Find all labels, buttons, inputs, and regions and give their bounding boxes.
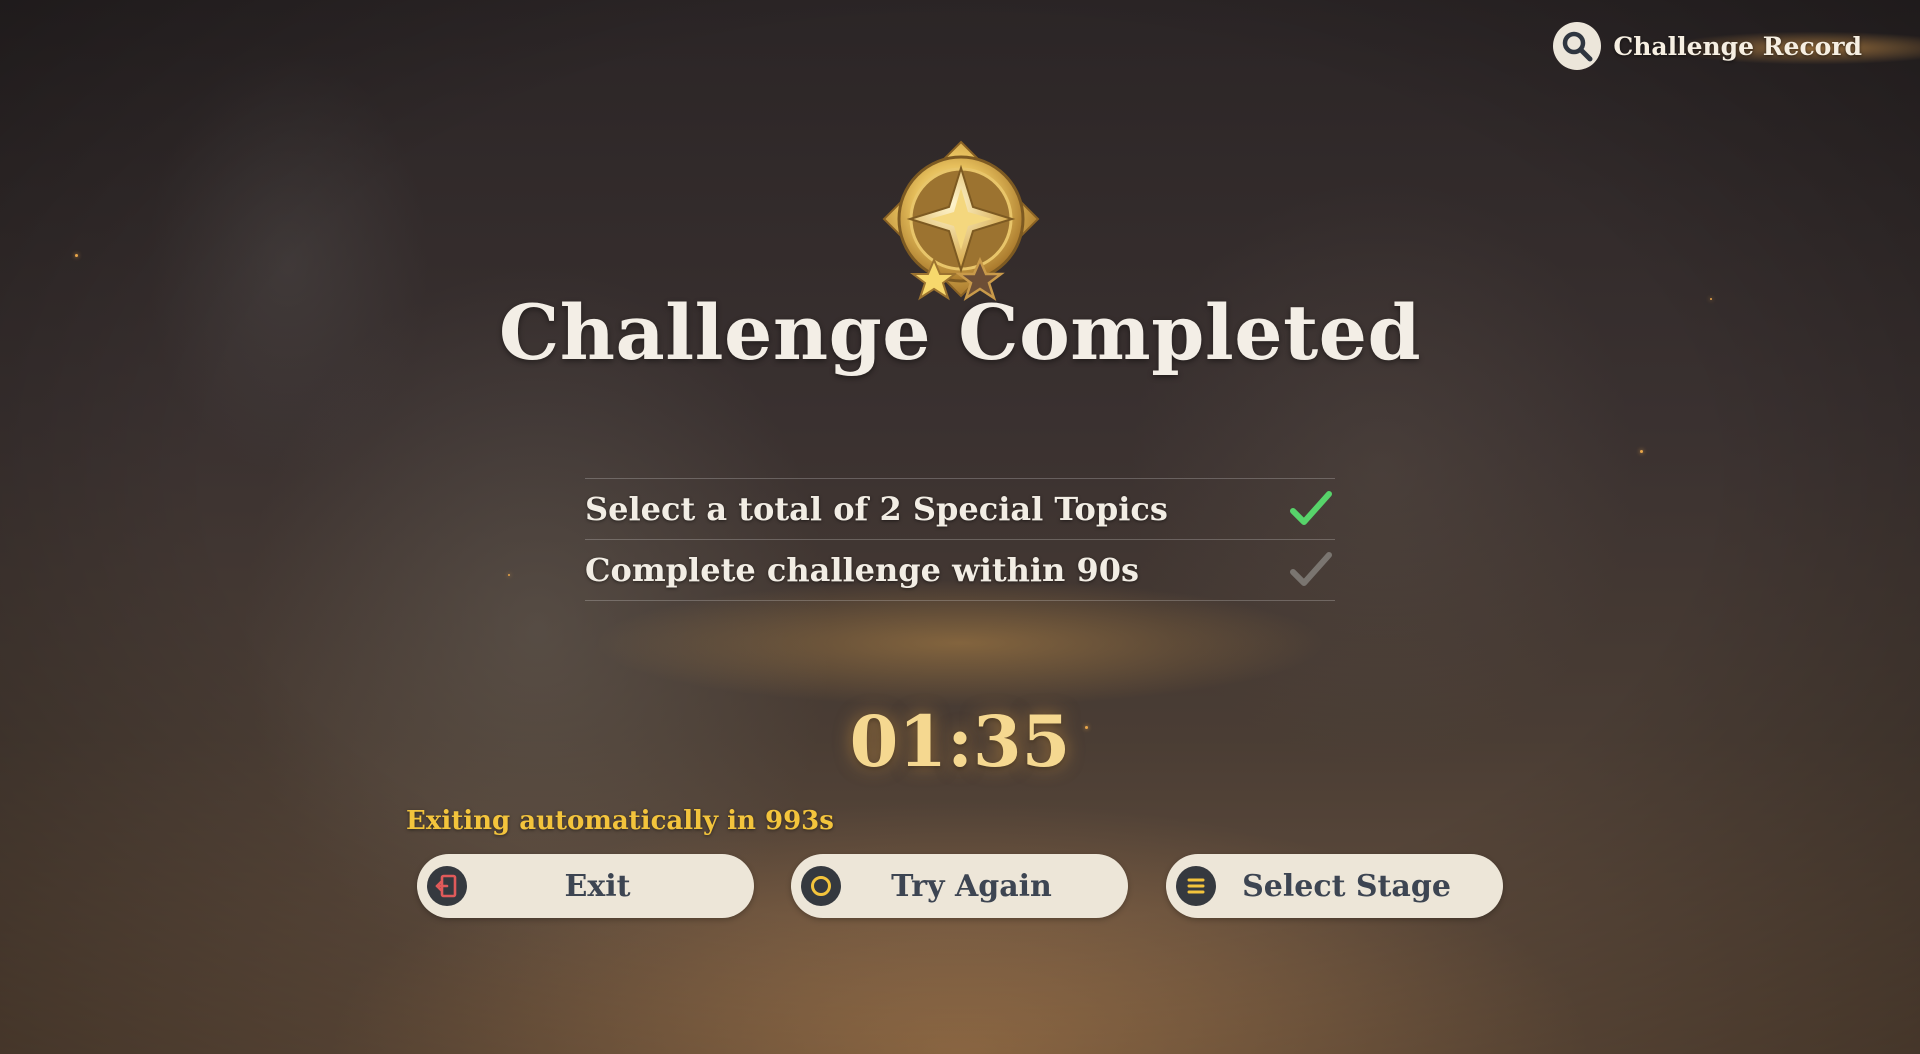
check-icon bbox=[1290, 552, 1332, 586]
objective-text: Select a total of 2 Special Topics bbox=[585, 490, 1168, 528]
ember-particle bbox=[75, 254, 78, 257]
list-item: Complete challenge within 90s bbox=[585, 539, 1335, 601]
menu-lines-icon bbox=[1176, 866, 1216, 906]
exit-button-label: Exit bbox=[564, 868, 631, 904]
objective-text: Complete challenge within 90s bbox=[585, 551, 1139, 589]
challenge-record-label: Challenge Record bbox=[1613, 31, 1862, 61]
list-item: Select a total of 2 Special Topics bbox=[585, 478, 1335, 539]
select-stage-button-label: Select Stage bbox=[1242, 868, 1451, 904]
challenge-record-button[interactable]: Challenge Record bbox=[1553, 22, 1862, 70]
exit-door-icon bbox=[427, 866, 467, 906]
page-title: Challenge Completed bbox=[498, 288, 1422, 377]
try-again-button[interactable]: Try Again bbox=[791, 854, 1128, 918]
objectives-list: Select a total of 2 Special Topics Compl… bbox=[585, 478, 1335, 601]
auto-exit-countdown: Exiting automatically in 993s bbox=[406, 806, 834, 836]
circle-icon bbox=[801, 866, 841, 906]
exit-button[interactable]: Exit bbox=[417, 854, 754, 918]
try-again-button-label: Try Again bbox=[891, 868, 1052, 904]
ember-particle bbox=[1640, 450, 1643, 453]
search-icon bbox=[1553, 22, 1602, 70]
select-stage-button[interactable]: Select Stage bbox=[1166, 854, 1503, 918]
check-icon bbox=[1290, 491, 1332, 525]
gold-star-medal-icon bbox=[880, 138, 1042, 308]
ember-particle bbox=[508, 574, 510, 576]
completion-time: 01:35 bbox=[849, 700, 1071, 783]
